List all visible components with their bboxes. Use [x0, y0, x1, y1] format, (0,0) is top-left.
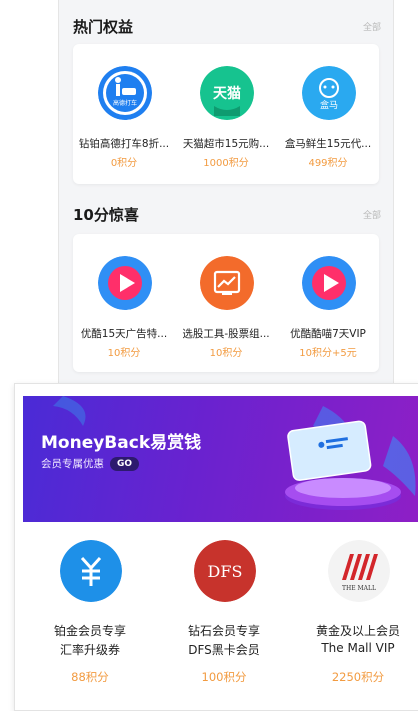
moneyback-item-line2: DFS黑卡会员 — [188, 643, 260, 657]
surprise-section-title: 10分惊喜 — [73, 206, 139, 224]
tmall-icon: 天猫 — [200, 66, 254, 120]
stock-chart-icon — [200, 256, 254, 310]
moneyback-item-line2: 汇率升级券 — [59, 643, 120, 657]
moneyback-item-points: 100积分 — [201, 670, 247, 684]
surprise-item-name: 选股工具-股票组... — [182, 328, 270, 340]
the-mall-logo-text: THE MALL — [342, 585, 376, 592]
hot-section-title: 热门权益 — [73, 18, 134, 36]
hot-item-name: 盒马鲜生15元代... — [284, 138, 372, 150]
hot-item-points: 499积分 — [308, 158, 348, 169]
hot-item-name: 天猫超市15元购... — [182, 138, 270, 150]
youku-icon — [302, 256, 356, 310]
the-mall-logo-icon: THE MALL — [328, 540, 390, 602]
moneyback-item-line2: The Mall VIP — [321, 641, 395, 655]
moneyback-item-line1: 黄金及以上会员 — [315, 624, 400, 638]
tmall-icon-text: 天猫 — [213, 85, 241, 102]
moneyback-title: MoneyBack易赏钱 — [41, 433, 202, 453]
moneyback-item-points: 2250积分 — [331, 670, 385, 684]
surprise-item-name: 优酷15天广告特... — [80, 328, 168, 340]
surprise-item-points: 10积分 — [107, 348, 141, 359]
amap-icon-text: 高德打车 — [113, 99, 137, 107]
hot-section-header: 热门权益 全部 — [73, 16, 381, 38]
hema-icon: 盒马 — [302, 66, 356, 120]
hema-icon-text: 盒马 — [320, 99, 338, 111]
go-button[interactable]: GO — [110, 457, 140, 471]
surprise-item-points: 10积分 — [209, 348, 243, 359]
moneyback-item-points: 88积分 — [71, 670, 109, 684]
moneyback-item-line1: 铂金会员专享 — [53, 624, 126, 638]
dfs-logo-text: DFS — [208, 562, 243, 581]
surprise-section-header: 10分惊喜 全部 — [73, 204, 381, 226]
moneyback-banner[interactable]: MoneyBack易赏钱 会员专属优惠 GO — [23, 396, 418, 522]
hot-item-name: 钻铂高德打车8折... — [78, 138, 170, 150]
moneyback-subtitle-text: 会员专属优惠 — [41, 458, 104, 470]
yuan-exchange-icon — [60, 540, 122, 602]
moneyback-subtitle: 会员专属优惠 GO — [41, 456, 140, 471]
surprise-item-name: 优酷酷喵7天VIP — [290, 328, 366, 340]
surprise-card: 优酷15天广告特... 10积分 选股工具-股票组... 10积分 优酷酷喵7天… — [73, 234, 379, 372]
youku-icon — [98, 256, 152, 310]
hot-item-points: 0积分 — [110, 158, 138, 169]
surprise-item-points: 10积分+5元 — [299, 348, 357, 359]
hot-card: 高德打车 钻铂高德打车8折... 0积分 天猫 天猫超市15元购... 1000… — [73, 44, 379, 184]
hot-item-points: 1000积分 — [203, 158, 249, 169]
hot-view-all-link[interactable]: 全部 — [363, 20, 381, 33]
moneyback-card: MoneyBack易赏钱 会员专属优惠 GO 铂金会员专享 汇率升级券 88积分 … — [14, 383, 418, 711]
amap-taxi-icon: 高德打车 — [98, 66, 152, 120]
rewards-panel: 热门权益 全部 高德打车 钻铂高德打车8折... 0积分 天猫 天猫超市15元购… — [58, 0, 394, 402]
surprise-view-all-link[interactable]: 全部 — [363, 208, 381, 221]
moneyback-item-line1: 钻石会员专享 — [187, 624, 260, 638]
dfs-logo-icon: DFS — [194, 540, 256, 602]
